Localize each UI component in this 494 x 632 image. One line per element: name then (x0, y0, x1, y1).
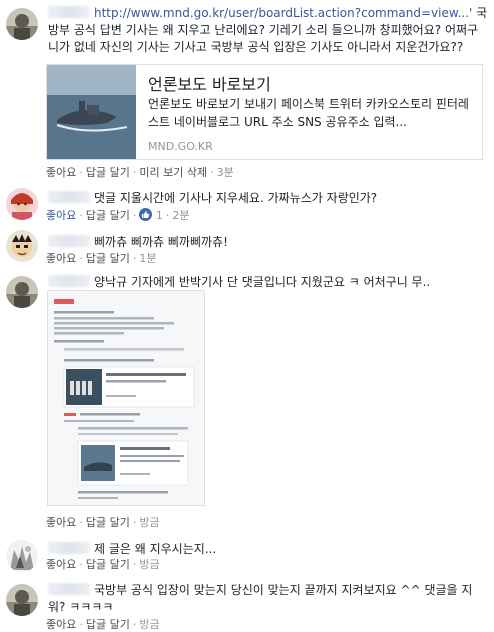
author-name[interactable] (48, 191, 90, 203)
timestamp[interactable]: 1분 (139, 252, 156, 265)
avatar[interactable] (6, 8, 38, 40)
comment: 제 글은 왜 지우시는지... 좋아요 · 답글 달기 · 방금 (0, 536, 494, 576)
avatar[interactable] (6, 584, 38, 616)
link-preview-card[interactable]: 언론보도 바로보기 언론보도 바로보기 보내기 페이스북 트위터 카카오스토리 … (46, 64, 483, 160)
timestamp[interactable]: 방금 (139, 618, 159, 631)
avatar[interactable] (6, 276, 38, 308)
comment-text: 제 글은 왜 지우시는지... (48, 541, 488, 558)
timestamp[interactable]: 3분 (217, 166, 234, 179)
like-button[interactable]: 좋아요 (46, 516, 76, 529)
avatar[interactable] (6, 540, 38, 572)
comment-text: 국방부 공식 입장이 맞는지 당신이 맞는지 끝까지 지켜보지요 ^^ 댓글을 … (48, 582, 488, 616)
like-button[interactable]: 좋아요 (46, 252, 76, 265)
link-preview-title: 언론보도 바로보기 (148, 75, 271, 94)
avatar[interactable] (6, 188, 38, 220)
reply-button[interactable]: 답글 달기 (86, 516, 130, 529)
attached-screenshot-image[interactable] (47, 290, 205, 506)
comment: http://www.mnd.go.kr/user/boardList.acti… (0, 0, 494, 180)
comment-body: 양낙규 기자에게 반박기사 단 댓글입니다 지웠군요 ㅋ 어처구니 무.. (94, 275, 431, 289)
comment-body: 삐까츄 삐까츄 삐까삐까츄! (94, 235, 228, 249)
like-button[interactable]: 좋아요 (46, 166, 76, 179)
comment: 댓글 지울시간에 기사나 지우세요. 가짜뉴스가 자랑인가? 좋아요 · 답글 달기… (0, 186, 494, 230)
link-preview-domain: MND.GO.KR (148, 140, 213, 153)
like-button[interactable]: 좋아요 (46, 209, 76, 222)
comment-actions: 좋아요 · 답글 달기 · 미리 보기 삭제 · 3분 (46, 166, 234, 179)
comment-text: 댓글 지울시간에 기사나 지우세요. 가짜뉴스가 자랑인가? (48, 190, 488, 207)
like-button[interactable]: 좋아요 (46, 618, 76, 631)
timestamp[interactable]: 방금 (139, 558, 159, 571)
remove-preview-button[interactable]: 미리 보기 삭제 (139, 166, 207, 179)
reply-button[interactable]: 답글 달기 (86, 558, 130, 571)
comment-text: 양낙규 기자에게 반박기사 단 댓글입니다 지웠군요 ㅋ 어처구니 무.. (48, 274, 488, 291)
comment-text: http://www.mnd.go.kr/user/boardList.acti… (48, 5, 488, 56)
comment: 삐까츄 삐까츄 삐까삐까츄! 좋아요 · 답글 달기 · 1분 (0, 228, 494, 268)
author-name[interactable] (48, 235, 90, 247)
like-button[interactable]: 좋아요 (46, 558, 76, 571)
like-count[interactable]: 1 (156, 209, 163, 222)
comment-body: 국방부 공식 입장이 맞는지 당신이 맞는지 끝까지 지켜보지요 ^^ 댓글을 … (48, 583, 473, 614)
comment-actions: 좋아요 · 답글 달기 · 방금 (46, 558, 160, 571)
author-name[interactable] (48, 275, 90, 287)
avatar[interactable] (6, 230, 38, 262)
reply-button[interactable]: 답글 달기 (86, 209, 130, 222)
author-name[interactable] (48, 542, 90, 554)
comment-body: 댓글 지울시간에 기사나 지우세요. 가짜뉴스가 자랑인가? (94, 191, 378, 205)
author-name[interactable] (48, 583, 90, 595)
comment-body: 제 글은 왜 지우시는지... (94, 542, 217, 556)
timestamp[interactable]: 2분 (172, 209, 189, 222)
comment-actions: 좋아요 · 답글 달기 · 방금 (46, 516, 160, 529)
reply-button[interactable]: 답글 달기 (86, 618, 130, 631)
like-icon[interactable] (139, 208, 153, 221)
reply-button[interactable]: 답글 달기 (86, 252, 130, 265)
comment-link[interactable]: http://www.mnd.go.kr/user/boardList.acti… (94, 6, 472, 20)
comment: 국방부 공식 입장이 맞는지 당신이 맞는지 끝까지 지켜보지요 ^^ 댓글을 … (0, 578, 494, 632)
comment-actions: 좋아요 · 답글 달기 · 방금 (46, 618, 160, 631)
comment-actions: 좋아요 · 답글 달기 · 1분 (46, 252, 157, 265)
link-preview-image (47, 65, 136, 159)
timestamp[interactable]: 방금 (139, 516, 159, 529)
reply-button[interactable]: 답글 달기 (86, 166, 130, 179)
comment-actions: 좋아요 · 답글 달기 · 1 · 2분 (46, 208, 190, 222)
author-name[interactable] (48, 6, 90, 18)
link-preview-description: 언론보도 바로보기 보내기 페이스북 트위터 카카오스토리 핀터레스트 네이버블… (148, 97, 469, 129)
comment-text: 삐까츄 삐까츄 삐까삐까츄! (48, 234, 488, 251)
